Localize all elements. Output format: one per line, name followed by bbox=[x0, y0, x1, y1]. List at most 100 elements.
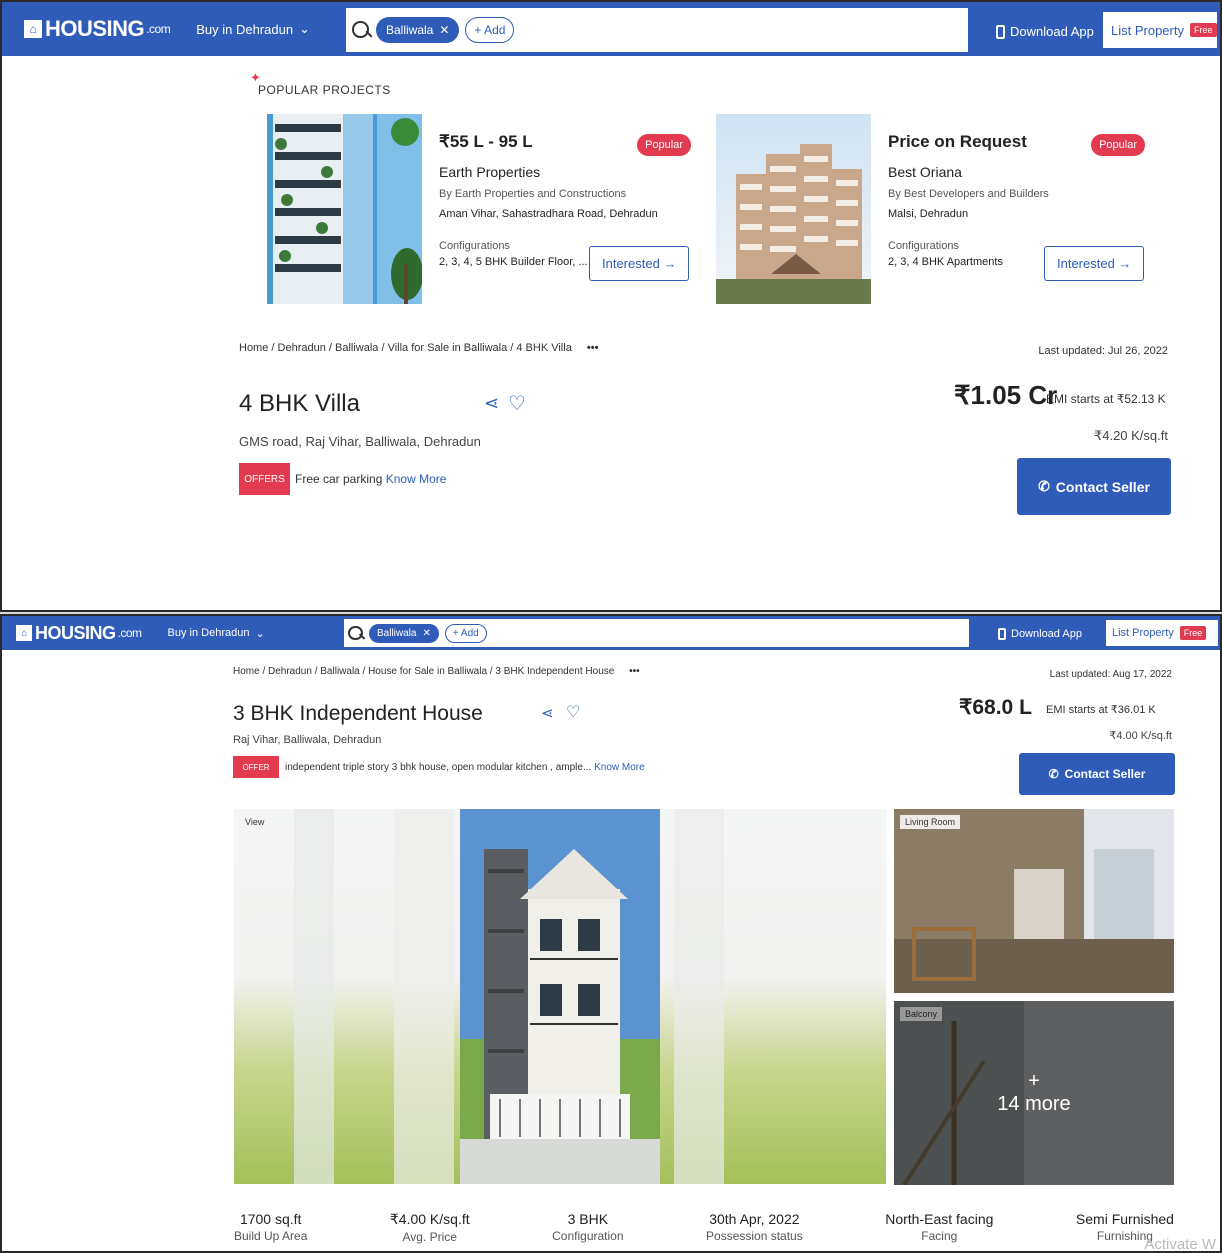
offer-text: independent triple story 3 bhk house, op… bbox=[285, 762, 645, 773]
heart-icon[interactable]: ♡ bbox=[508, 391, 526, 416]
property-price: ₹68.0 L bbox=[959, 696, 1032, 719]
offer-description: independent triple story 3 bhk house, op… bbox=[285, 762, 592, 773]
list-property-label: List Property bbox=[1112, 627, 1174, 639]
list-property-button[interactable]: List Property Free bbox=[1106, 620, 1218, 646]
project-card[interactable]: Price on Request Best Oriana By Best Dev… bbox=[716, 110, 1161, 306]
breadcrumb-path[interactable]: Home / Dehradun / Balliwala / Villa for … bbox=[239, 342, 572, 354]
last-updated: Last updated: Aug 17, 2022 bbox=[1049, 669, 1172, 680]
screenshot-villa-listing: ⌂ HOUSING .com Buy in Dehradun ⌄ Balliwal… bbox=[0, 0, 1222, 612]
close-icon[interactable]: ✕ bbox=[439, 23, 449, 37]
interested-button[interactable]: Interested → bbox=[1044, 246, 1145, 281]
phone-call-icon: ✆ bbox=[1038, 478, 1050, 494]
project-name[interactable]: Earth Properties bbox=[439, 164, 707, 180]
project-card[interactable]: ₹55 L - 95 L Earth Properties By Earth P… bbox=[267, 110, 707, 306]
stat-value: 1700 sq.ft bbox=[239, 1211, 302, 1227]
phone-icon bbox=[998, 628, 1006, 640]
project-image-apartments[interactable] bbox=[716, 114, 871, 304]
plus-icon: + bbox=[1028, 1070, 1040, 1092]
property-address: Raj Vihar, Balliwala, Dehradun bbox=[233, 734, 382, 746]
project-developer: By Best Developers and Builders bbox=[888, 188, 1049, 200]
search-icon bbox=[352, 21, 370, 39]
breadcrumb[interactable]: Home / Dehradun / Balliwala / Villa for … bbox=[239, 342, 598, 354]
know-more-link[interactable]: Know More bbox=[594, 762, 645, 773]
gallery-thumb-living-room[interactable]: Living Room bbox=[894, 809, 1174, 993]
list-property-button[interactable]: List Property Free bbox=[1103, 12, 1217, 48]
know-more-link[interactable]: Know More bbox=[386, 472, 447, 486]
stat-possession: 30th Apr, 2022 Possession status bbox=[706, 1211, 803, 1244]
top-navbar: ⌂ HOUSING .com Buy in Dehradun ⌄ Balliwal… bbox=[2, 616, 1220, 650]
project-name[interactable]: Best Oriana bbox=[888, 164, 1161, 180]
project-developer: By Earth Properties and Constructions bbox=[439, 188, 627, 200]
close-icon[interactable]: ✕ bbox=[422, 628, 430, 639]
stat-value: ₹4.00 K/sq.ft bbox=[389, 1211, 470, 1227]
chevron-down-icon: ⌄ bbox=[299, 21, 310, 36]
city-selector[interactable]: Buy in Dehradun ⌄ bbox=[196, 21, 310, 37]
view-label: View bbox=[245, 817, 265, 827]
housing-logo[interactable]: ⌂ HOUSING .com bbox=[16, 623, 142, 644]
windows-activation-watermark: Activate W bbox=[1144, 1236, 1216, 1253]
download-app-button[interactable]: Download App bbox=[998, 628, 1082, 640]
brand-name: HOUSING bbox=[45, 16, 145, 41]
logo-mark-icon: ⌂ bbox=[24, 20, 42, 38]
stat-value: Semi Furnished bbox=[1075, 1211, 1174, 1227]
offer-text: Free car parking Know More bbox=[295, 472, 446, 486]
housing-logo[interactable]: ⌂ HOUSING .com bbox=[24, 16, 171, 42]
download-app-label: Download App bbox=[1011, 628, 1082, 640]
gallery-main-image[interactable]: View bbox=[234, 809, 886, 1184]
contact-seller-button[interactable]: ✆ Contact Seller bbox=[1017, 458, 1171, 515]
free-badge: Free bbox=[1189, 23, 1217, 37]
property-address: GMS road, Raj Vihar, Balliwala, Dehradun bbox=[239, 434, 481, 449]
add-locality-button[interactable]: + Add bbox=[444, 623, 487, 643]
share-icon[interactable]: ⋖ bbox=[541, 704, 554, 722]
add-locality-button[interactable]: + Add bbox=[465, 17, 515, 43]
project-location: Aman Vihar, Sahastradhara Road, Dehradun bbox=[439, 208, 658, 220]
stat-label: Possession status bbox=[706, 1229, 803, 1243]
popular-badge: Popular bbox=[637, 134, 691, 156]
search-bar[interactable]: Balliwala ✕ + Add bbox=[346, 8, 968, 52]
popular-badge: Popular bbox=[1091, 134, 1145, 156]
living-room-label: Living Room bbox=[900, 815, 961, 829]
stat-label: Configuration bbox=[552, 1229, 624, 1243]
breadcrumb-path[interactable]: Home / Dehradun / Balliwala / House for … bbox=[233, 666, 614, 677]
gallery-thumb-balcony[interactable]: Balcony + 14 more bbox=[894, 1001, 1174, 1185]
emi-info[interactable]: EMI starts at ₹36.01 K bbox=[1046, 703, 1156, 716]
city-selector-label: Buy in Dehradun bbox=[167, 627, 250, 639]
more-photos-count: 14 more bbox=[997, 1093, 1071, 1115]
phone-icon bbox=[996, 24, 1005, 39]
breadcrumb-more-icon[interactable]: ••• bbox=[629, 666, 640, 677]
top-navbar: ⌂ HOUSING .com Buy in Dehradun ⌄ Balliwal… bbox=[2, 2, 1220, 56]
breadcrumb-more-icon[interactable]: ••• bbox=[587, 342, 599, 354]
stat-avg-price: ₹4.00 K/sq.ft Avg. Price bbox=[390, 1211, 470, 1244]
page-title: 3 BHK Independent House bbox=[233, 702, 483, 725]
heart-icon[interactable]: ♡ bbox=[566, 702, 580, 722]
download-app-button[interactable]: Download App bbox=[996, 24, 1094, 39]
emi-info[interactable]: EMI starts at ₹52.13 K bbox=[1046, 392, 1166, 406]
last-updated: Last updated: Jul 26, 2022 bbox=[1038, 345, 1168, 357]
project-image-tower[interactable] bbox=[267, 114, 422, 304]
contact-seller-button[interactable]: ✆ Contact Seller bbox=[1019, 753, 1175, 795]
stat-facing: North-East facing Facing bbox=[885, 1211, 993, 1244]
price-per-sqft: ₹4.20 K/sq.ft bbox=[1093, 428, 1168, 443]
stat-label: Avg. Price bbox=[402, 1230, 457, 1244]
city-selector[interactable]: Buy in Dehradun ⌄ bbox=[168, 627, 265, 640]
page-title: 4 BHK Villa bbox=[239, 390, 360, 417]
locality-chip[interactable]: Balliwala ✕ bbox=[376, 17, 460, 43]
stat-label: Facing bbox=[921, 1229, 958, 1243]
more-photos-overlay[interactable]: + 14 more bbox=[894, 1001, 1174, 1185]
locality-chip[interactable]: Balliwala ✕ bbox=[369, 623, 439, 643]
brand-suffix: .com bbox=[117, 626, 143, 640]
offer-description: Free car parking bbox=[295, 472, 383, 486]
locality-chip-label: Balliwala bbox=[386, 23, 434, 37]
stat-value: 3 BHK bbox=[567, 1211, 609, 1227]
chevron-down-icon: ⌄ bbox=[255, 627, 265, 640]
project-location: Malsi, Dehradun bbox=[888, 208, 969, 220]
stat-build-up-area: 1700 sq.ft Build Up Area bbox=[234, 1211, 307, 1244]
interested-button[interactable]: Interested → bbox=[589, 246, 690, 281]
free-badge: Free bbox=[1179, 626, 1207, 640]
search-bar[interactable]: Balliwala ✕ + Add bbox=[344, 619, 969, 647]
offers-badge: OFFER bbox=[233, 756, 279, 778]
screenshot-house-listing: ⌂ HOUSING .com Buy in Dehradun ⌄ Balliwal… bbox=[0, 614, 1222, 1253]
share-icon[interactable]: ⋖ bbox=[484, 393, 499, 414]
breadcrumb[interactable]: Home / Dehradun / Balliwala / House for … bbox=[233, 666, 640, 677]
download-app-label: Download App bbox=[1010, 24, 1094, 39]
